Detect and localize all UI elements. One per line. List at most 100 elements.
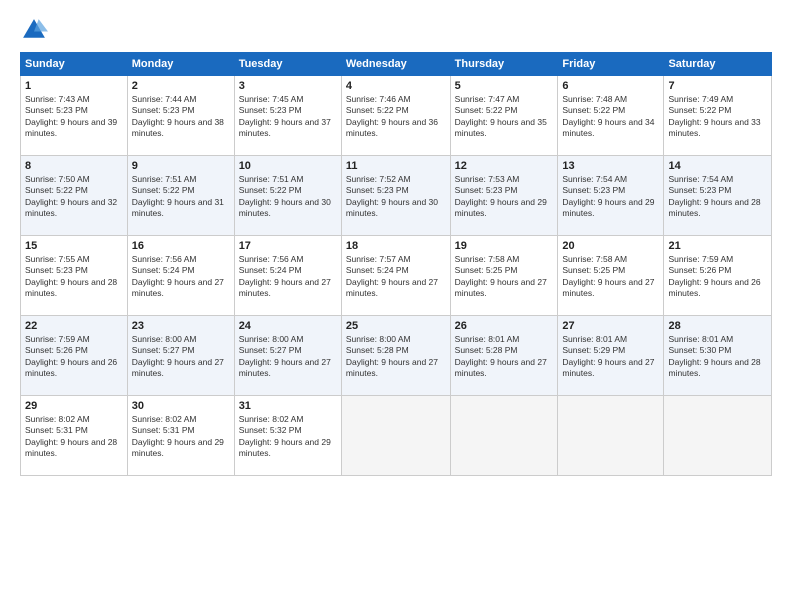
calendar-cell: 10 Sunrise: 7:51 AMSunset: 5:22 PMDaylig… (234, 156, 341, 236)
day-number: 27 (562, 320, 659, 332)
day-number: 24 (239, 320, 337, 332)
weekday-header: Monday (127, 53, 234, 76)
calendar-cell: 27 Sunrise: 8:01 AMSunset: 5:29 PMDaylig… (558, 316, 664, 396)
day-number: 9 (132, 160, 230, 172)
weekday-header: Sunday (21, 53, 128, 76)
calendar-cell: 21 Sunrise: 7:59 AMSunset: 5:26 PMDaylig… (664, 236, 772, 316)
calendar-cell: 1 Sunrise: 7:43 AMSunset: 5:23 PMDayligh… (21, 76, 128, 156)
day-info: Sunrise: 8:02 AMSunset: 5:31 PMDaylight:… (25, 414, 123, 460)
day-number: 8 (25, 160, 123, 172)
logo-icon (20, 16, 48, 44)
day-info: Sunrise: 8:02 AMSunset: 5:31 PMDaylight:… (132, 414, 230, 460)
calendar-cell: 17 Sunrise: 7:56 AMSunset: 5:24 PMDaylig… (234, 236, 341, 316)
day-number: 25 (346, 320, 446, 332)
calendar-cell: 13 Sunrise: 7:54 AMSunset: 5:23 PMDaylig… (558, 156, 664, 236)
calendar-week: 29 Sunrise: 8:02 AMSunset: 5:31 PMDaylig… (21, 396, 772, 476)
day-info: Sunrise: 7:43 AMSunset: 5:23 PMDaylight:… (25, 94, 123, 140)
calendar-cell: 28 Sunrise: 8:01 AMSunset: 5:30 PMDaylig… (664, 316, 772, 396)
day-number: 17 (239, 240, 337, 252)
calendar-cell: 20 Sunrise: 7:58 AMSunset: 5:25 PMDaylig… (558, 236, 664, 316)
day-info: Sunrise: 7:47 AMSunset: 5:22 PMDaylight:… (455, 94, 554, 140)
day-info: Sunrise: 7:46 AMSunset: 5:22 PMDaylight:… (346, 94, 446, 140)
calendar-cell (341, 396, 450, 476)
day-info: Sunrise: 7:48 AMSunset: 5:22 PMDaylight:… (562, 94, 659, 140)
day-info: Sunrise: 7:56 AMSunset: 5:24 PMDaylight:… (132, 254, 230, 300)
day-info: Sunrise: 7:54 AMSunset: 5:23 PMDaylight:… (668, 174, 767, 220)
day-info: Sunrise: 7:45 AMSunset: 5:23 PMDaylight:… (239, 94, 337, 140)
calendar-cell: 29 Sunrise: 8:02 AMSunset: 5:31 PMDaylig… (21, 396, 128, 476)
day-info: Sunrise: 8:01 AMSunset: 5:28 PMDaylight:… (455, 334, 554, 380)
calendar-cell: 8 Sunrise: 7:50 AMSunset: 5:22 PMDayligh… (21, 156, 128, 236)
day-info: Sunrise: 7:53 AMSunset: 5:23 PMDaylight:… (455, 174, 554, 220)
day-info: Sunrise: 7:57 AMSunset: 5:24 PMDaylight:… (346, 254, 446, 300)
day-number: 21 (668, 240, 767, 252)
day-number: 2 (132, 80, 230, 92)
day-info: Sunrise: 7:51 AMSunset: 5:22 PMDaylight:… (239, 174, 337, 220)
day-info: Sunrise: 7:56 AMSunset: 5:24 PMDaylight:… (239, 254, 337, 300)
day-number: 28 (668, 320, 767, 332)
day-number: 5 (455, 80, 554, 92)
calendar-header: SundayMondayTuesdayWednesdayThursdayFrid… (21, 53, 772, 76)
day-number: 1 (25, 80, 123, 92)
calendar-cell: 3 Sunrise: 7:45 AMSunset: 5:23 PMDayligh… (234, 76, 341, 156)
calendar-cell (558, 396, 664, 476)
calendar-cell: 7 Sunrise: 7:49 AMSunset: 5:22 PMDayligh… (664, 76, 772, 156)
day-info: Sunrise: 7:52 AMSunset: 5:23 PMDaylight:… (346, 174, 446, 220)
day-number: 16 (132, 240, 230, 252)
calendar-cell: 14 Sunrise: 7:54 AMSunset: 5:23 PMDaylig… (664, 156, 772, 236)
calendar-cell: 22 Sunrise: 7:59 AMSunset: 5:26 PMDaylig… (21, 316, 128, 396)
day-number: 11 (346, 160, 446, 172)
page: SundayMondayTuesdayWednesdayThursdayFrid… (0, 0, 792, 612)
day-number: 3 (239, 80, 337, 92)
calendar-cell: 19 Sunrise: 7:58 AMSunset: 5:25 PMDaylig… (450, 236, 558, 316)
calendar-cell: 31 Sunrise: 8:02 AMSunset: 5:32 PMDaylig… (234, 396, 341, 476)
calendar-cell: 12 Sunrise: 7:53 AMSunset: 5:23 PMDaylig… (450, 156, 558, 236)
calendar-body: 1 Sunrise: 7:43 AMSunset: 5:23 PMDayligh… (21, 76, 772, 476)
day-number: 23 (132, 320, 230, 332)
day-info: Sunrise: 7:55 AMSunset: 5:23 PMDaylight:… (25, 254, 123, 300)
calendar-cell: 24 Sunrise: 8:00 AMSunset: 5:27 PMDaylig… (234, 316, 341, 396)
calendar-week: 8 Sunrise: 7:50 AMSunset: 5:22 PMDayligh… (21, 156, 772, 236)
day-info: Sunrise: 7:50 AMSunset: 5:22 PMDaylight:… (25, 174, 123, 220)
day-number: 15 (25, 240, 123, 252)
calendar-cell: 15 Sunrise: 7:55 AMSunset: 5:23 PMDaylig… (21, 236, 128, 316)
calendar-cell (450, 396, 558, 476)
day-info: Sunrise: 7:59 AMSunset: 5:26 PMDaylight:… (25, 334, 123, 380)
calendar-cell: 4 Sunrise: 7:46 AMSunset: 5:22 PMDayligh… (341, 76, 450, 156)
day-number: 22 (25, 320, 123, 332)
day-number: 26 (455, 320, 554, 332)
day-number: 12 (455, 160, 554, 172)
day-info: Sunrise: 7:58 AMSunset: 5:25 PMDaylight:… (455, 254, 554, 300)
calendar-week: 22 Sunrise: 7:59 AMSunset: 5:26 PMDaylig… (21, 316, 772, 396)
calendar-cell: 11 Sunrise: 7:52 AMSunset: 5:23 PMDaylig… (341, 156, 450, 236)
calendar-week: 1 Sunrise: 7:43 AMSunset: 5:23 PMDayligh… (21, 76, 772, 156)
weekday-header: Thursday (450, 53, 558, 76)
calendar-cell (664, 396, 772, 476)
header (20, 16, 772, 44)
day-info: Sunrise: 7:51 AMSunset: 5:22 PMDaylight:… (132, 174, 230, 220)
calendar-cell: 6 Sunrise: 7:48 AMSunset: 5:22 PMDayligh… (558, 76, 664, 156)
day-info: Sunrise: 8:01 AMSunset: 5:30 PMDaylight:… (668, 334, 767, 380)
weekday-header: Wednesday (341, 53, 450, 76)
day-info: Sunrise: 8:00 AMSunset: 5:27 PMDaylight:… (239, 334, 337, 380)
day-number: 31 (239, 400, 337, 412)
day-info: Sunrise: 7:59 AMSunset: 5:26 PMDaylight:… (668, 254, 767, 300)
day-number: 14 (668, 160, 767, 172)
day-number: 19 (455, 240, 554, 252)
calendar-cell: 18 Sunrise: 7:57 AMSunset: 5:24 PMDaylig… (341, 236, 450, 316)
day-number: 20 (562, 240, 659, 252)
day-info: Sunrise: 8:00 AMSunset: 5:27 PMDaylight:… (132, 334, 230, 380)
day-number: 4 (346, 80, 446, 92)
day-info: Sunrise: 7:49 AMSunset: 5:22 PMDaylight:… (668, 94, 767, 140)
day-number: 29 (25, 400, 123, 412)
calendar-cell: 2 Sunrise: 7:44 AMSunset: 5:23 PMDayligh… (127, 76, 234, 156)
day-number: 18 (346, 240, 446, 252)
day-info: Sunrise: 7:44 AMSunset: 5:23 PMDaylight:… (132, 94, 230, 140)
calendar: SundayMondayTuesdayWednesdayThursdayFrid… (20, 52, 772, 476)
day-number: 13 (562, 160, 659, 172)
day-number: 6 (562, 80, 659, 92)
day-info: Sunrise: 8:01 AMSunset: 5:29 PMDaylight:… (562, 334, 659, 380)
day-number: 30 (132, 400, 230, 412)
calendar-cell: 16 Sunrise: 7:56 AMSunset: 5:24 PMDaylig… (127, 236, 234, 316)
day-info: Sunrise: 7:58 AMSunset: 5:25 PMDaylight:… (562, 254, 659, 300)
